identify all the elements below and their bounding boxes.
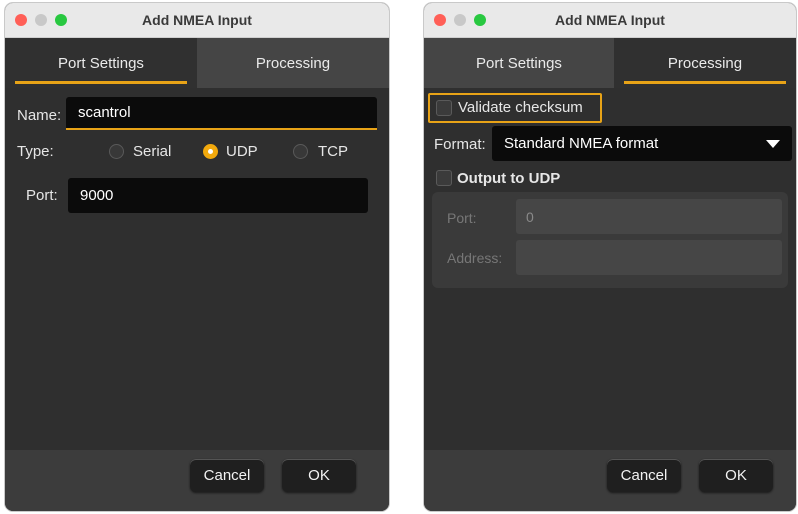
type-label: Type: [17,143,54,160]
udp-output-group: Port: 0 Address: [432,192,788,288]
title-bar: Add NMEA Input [5,3,389,38]
format-label: Format: [434,136,486,153]
format-select[interactable]: Standard NMEA format [492,126,792,161]
validate-checksum-focus-ring[interactable]: Validate checksum [428,93,602,123]
window-title: Add NMEA Input [555,12,665,28]
chevron-down-icon [766,139,780,148]
validate-checksum-label[interactable]: Validate checksum [458,99,583,116]
tab-port-settings[interactable]: Port Settings [424,38,614,88]
tab-label: Processing [667,54,743,72]
validate-checksum-checkbox[interactable] [436,100,452,116]
tab-label: Port Settings [476,54,562,72]
udp-port-label: Port: [447,210,477,226]
udp-address-label: Address: [447,250,503,266]
dialog-footer: Cancel OK [424,450,796,511]
type-serial-radio[interactable] [109,144,124,159]
format-select-value: Standard NMEA format [504,135,659,152]
port-input[interactable]: 9000 [68,178,368,213]
tab-label: Port Settings [58,54,144,72]
title-bar: Add NMEA Input [424,3,796,38]
type-tcp-label[interactable]: TCP [318,143,348,160]
ok-button[interactable]: OK [699,459,773,492]
tab-label: Processing [255,54,331,72]
active-tab-indicator [15,81,187,84]
cancel-button[interactable]: Cancel [190,459,264,492]
udp-port-input[interactable]: 0 [516,199,782,234]
output-to-udp-checkbox[interactable] [436,170,452,186]
type-serial-label[interactable]: Serial [133,143,171,160]
type-udp-label[interactable]: UDP [226,143,258,160]
type-udp-radio[interactable] [203,144,218,159]
tab-processing[interactable]: Processing [197,38,389,88]
name-input[interactable]: scantrol [66,97,377,130]
cancel-button[interactable]: Cancel [607,459,681,492]
udp-address-input[interactable] [516,240,782,275]
output-to-udp-label[interactable]: Output to UDP [457,170,560,187]
tab-port-settings[interactable]: Port Settings [5,38,197,88]
port-label: Port: [26,187,58,204]
window-title: Add NMEA Input [142,12,252,28]
tab-bar: Port Settings Processing [5,38,389,88]
tab-processing[interactable]: Processing [614,38,796,88]
ok-button[interactable]: OK [282,459,356,492]
type-tcp-radio[interactable] [293,144,308,159]
add-nmea-input-dialog-processing: Add NMEA Input Port Settings Processing … [424,3,796,511]
active-tab-indicator [624,81,786,84]
name-label: Name: [17,107,62,124]
tab-bar: Port Settings Processing [424,38,796,88]
add-nmea-input-dialog-port-settings: Add NMEA Input Port Settings Processing … [5,3,389,511]
dialog-footer: Cancel OK [5,450,389,511]
